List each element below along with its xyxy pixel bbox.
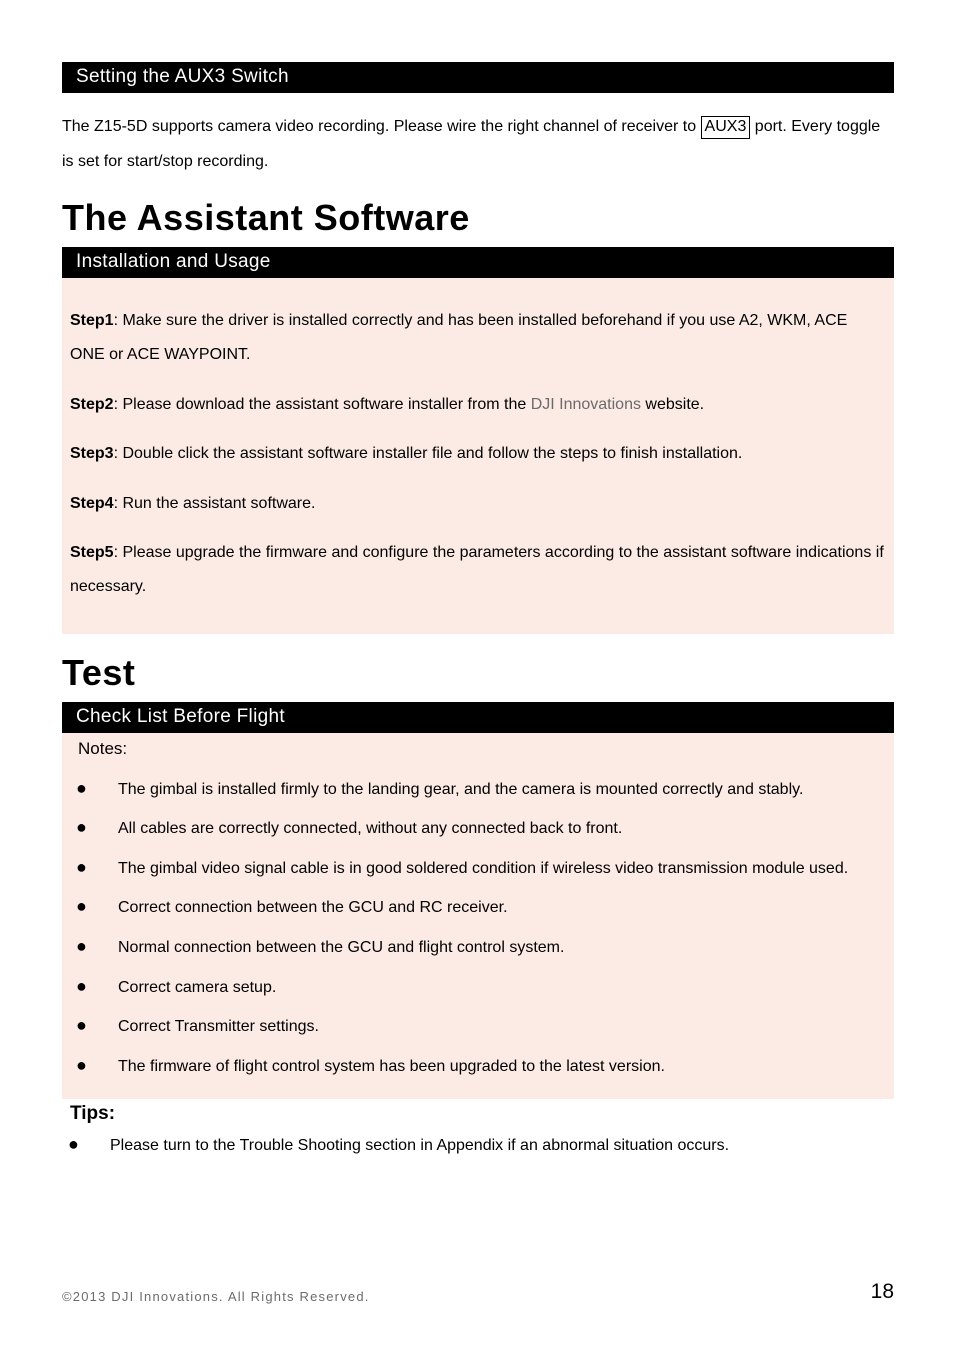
- bullet-icon: ●: [70, 1006, 118, 1046]
- bullet-icon: ●: [70, 967, 118, 1007]
- list-item-text: Correct camera setup.: [118, 970, 886, 1005]
- list-item: ●All cables are correctly connected, wit…: [70, 808, 886, 848]
- step-row: Step2: Please download the assistant sof…: [70, 388, 886, 422]
- step-row: Step3: Double click the assistant softwa…: [70, 437, 886, 471]
- list-item: ●Please turn to the Trouble Shooting sec…: [62, 1125, 894, 1165]
- aux3-boxed-label: AUX3: [701, 116, 751, 139]
- step-text: Please upgrade the firmware and configur…: [70, 544, 884, 595]
- section-bar-installation-label: Installation and Usage: [76, 251, 271, 272]
- step-row: Step4: Run the assistant software.: [70, 487, 886, 521]
- section-bar-aux3-label: Setting the AUX3 Switch: [76, 66, 289, 87]
- list-item: ●The firmware of flight control system h…: [70, 1046, 886, 1086]
- tips-label: Tips:: [62, 1099, 894, 1125]
- list-item: ●Normal connection between the GCU and f…: [70, 927, 886, 967]
- section-bar-installation: Installation and Usage: [62, 247, 894, 278]
- step-link[interactable]: DJI Innovations: [531, 396, 641, 413]
- list-item-text: Correct Transmitter settings.: [118, 1009, 886, 1044]
- notes-list: ●The gimbal is installed firmly to the l…: [70, 769, 886, 1086]
- section-bar-aux3: Setting the AUX3 Switch: [62, 62, 894, 93]
- list-item: ●Correct camera setup.: [70, 967, 886, 1007]
- step-label: Step1: [70, 312, 114, 329]
- section-bar-checklist-label: Check List Before Flight: [76, 706, 285, 727]
- list-item: ●Correct connection between the GCU and …: [70, 887, 886, 927]
- list-item-text: Please turn to the Trouble Shooting sect…: [110, 1128, 894, 1163]
- bullet-icon: ●: [70, 848, 118, 888]
- aux3-paragraph: The Z15-5D supports camera video recordi…: [62, 109, 894, 179]
- bullet-icon: ●: [70, 808, 118, 848]
- page: Setting the AUX3 Switch The Z15-5D suppo…: [0, 0, 954, 1354]
- list-item-text: The gimbal video signal cable is in good…: [118, 851, 886, 886]
- list-item-text: All cables are correctly connected, with…: [118, 811, 886, 846]
- tips-list: ●Please turn to the Trouble Shooting sec…: [62, 1125, 894, 1165]
- step-text: Make sure the driver is installed correc…: [70, 312, 847, 363]
- bullet-icon: ●: [62, 1125, 110, 1165]
- step-label: Step3: [70, 445, 114, 462]
- step-label: Step4: [70, 495, 114, 512]
- step-text-pre: Please download the assistant software i…: [122, 396, 530, 413]
- list-item-text: The firmware of flight control system ha…: [118, 1049, 886, 1084]
- step-label: Step5: [70, 544, 114, 561]
- step-text: Run the assistant software.: [122, 495, 315, 512]
- step-text-post: website.: [641, 396, 704, 413]
- step-text: Double click the assistant software inst…: [122, 445, 742, 462]
- bullet-icon: ●: [70, 1046, 118, 1086]
- list-item-text: The gimbal is installed firmly to the la…: [118, 772, 886, 807]
- bullet-icon: ●: [70, 887, 118, 927]
- bullet-icon: ●: [70, 927, 118, 967]
- list-item-text: Normal connection between the GCU and fl…: [118, 930, 886, 965]
- footer: ©2013 DJI Innovations. All Rights Reserv…: [62, 1280, 894, 1304]
- notes-label: Notes:: [70, 733, 886, 759]
- list-item: ●The gimbal video signal cable is in goo…: [70, 848, 886, 888]
- section-bar-checklist: Check List Before Flight: [62, 702, 894, 733]
- step-label: Step2: [70, 396, 114, 413]
- copyright: ©2013 DJI Innovations. All Rights Reserv…: [62, 1289, 370, 1304]
- bullet-icon: ●: [70, 769, 118, 809]
- installation-block: Step1: Make sure the driver is installed…: [62, 278, 894, 633]
- aux3-text-pre: The Z15-5D supports camera video recordi…: [62, 118, 701, 135]
- step-row: Step1: Make sure the driver is installed…: [70, 304, 886, 371]
- assistant-title: The Assistant Software: [62, 197, 894, 239]
- list-item: ●The gimbal is installed firmly to the l…: [70, 769, 886, 809]
- step-row: Step5: Please upgrade the firmware and c…: [70, 536, 886, 603]
- page-number: 18: [871, 1280, 894, 1304]
- list-item-text: Correct connection between the GCU and R…: [118, 890, 886, 925]
- test-title: Test: [62, 652, 894, 694]
- list-item: ●Correct Transmitter settings.: [70, 1006, 886, 1046]
- checklist-block: Notes: ●The gimbal is installed firmly t…: [62, 733, 894, 1100]
